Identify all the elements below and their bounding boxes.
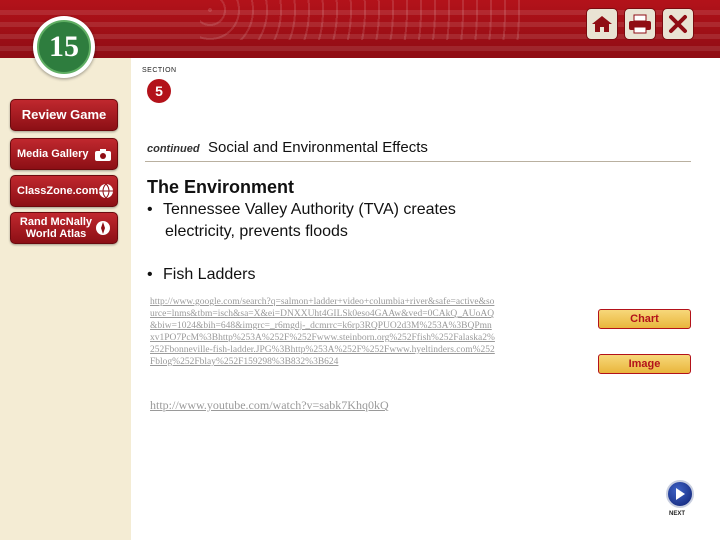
bullet-item-tva: • Tennessee Valley Authority (TVA) create… [147,199,456,243]
review-game-label: Review Game [21,107,107,122]
classzone-label: ClassZone.com [17,185,99,197]
title-divider [145,161,691,162]
bullet-fish-ladders-text: Fish Ladders [163,266,256,283]
home-icon[interactable] [586,8,618,40]
chapter-badge: 15 [33,16,95,78]
bullet-tva-line1: Tennessee Valley Authority (TVA) creates [163,201,456,218]
globe-icon [98,183,114,199]
image-button[interactable]: Image [598,354,691,374]
section-title-text: Social and Environmental Effects [208,139,428,156]
youtube-link[interactable]: http://www.youtube.com/watch?v=sabk7Khq0… [150,398,389,413]
section-number-badge: 5 [147,79,171,103]
world-atlas-label: Rand McNally World Atlas [19,216,93,240]
google-image-link[interactable]: http://www.google.com/search?q=salmon+la… [150,296,496,368]
close-icon[interactable] [662,8,694,40]
continued-label: continued [147,143,200,155]
media-gallery-button[interactable]: Media Gallery [10,138,118,170]
page-heading: The Environment [147,177,295,197]
chart-button[interactable]: Chart [598,309,691,329]
next-button[interactable] [666,480,694,508]
print-icon[interactable] [624,8,656,40]
chapter-number: 15 [49,30,79,63]
bullet-item-fish-ladders: • Fish Ladders [147,266,256,283]
camera-icon [95,146,111,162]
section-title: continued Social and Environmental Effec… [147,139,428,157]
world-atlas-button[interactable]: Rand McNally World Atlas [10,212,118,244]
review-game-button[interactable]: Review Game [10,99,118,131]
classzone-button[interactable]: ClassZone.com [10,175,118,207]
bullet-tva-line2: electricity, prevents floods [165,223,348,240]
flag-stars-decoration [200,0,520,40]
section-label: SECTION [142,67,177,74]
media-gallery-label: Media Gallery [17,148,89,160]
compass-icon [95,220,111,236]
play-arrow-icon [676,488,685,500]
next-label: NEXT [669,511,686,517]
